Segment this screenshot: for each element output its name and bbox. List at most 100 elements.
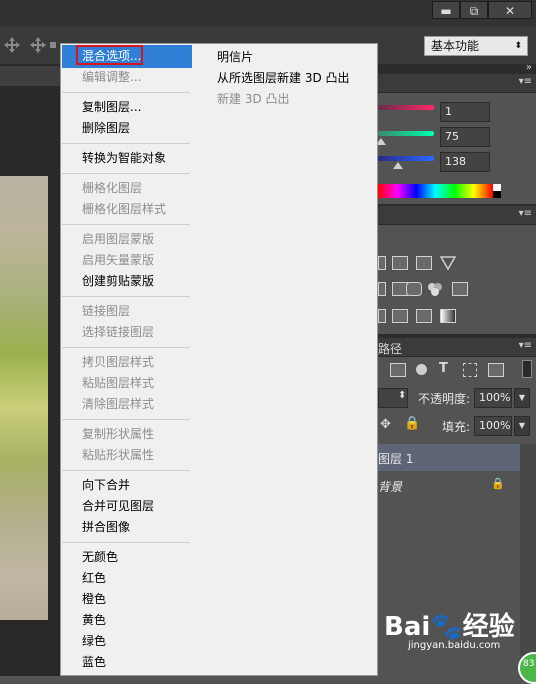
menu-separator — [62, 143, 190, 144]
menu-item-delete-layer[interactable]: 删除图层 — [82, 118, 130, 138]
menu-item-clear-layer-style[interactable]: 清除图层样式 — [82, 394, 154, 414]
color-lookup-icon[interactable] — [452, 282, 468, 296]
opacity-label: 不透明度: — [418, 392, 471, 406]
layer-name: 背景 — [378, 480, 403, 494]
green-value[interactable]: 75 — [440, 127, 490, 147]
curves-icon[interactable] — [392, 256, 408, 270]
menu-item-paste-layer-style[interactable]: 粘贴图层样式 — [82, 373, 154, 393]
panel-menu-icon[interactable]: ▾≡ — [519, 76, 532, 87]
panel-menu-icon[interactable]: ▾≡ — [519, 208, 532, 219]
close-button[interactable]: ✕ — [488, 1, 532, 19]
shape-filter-icon[interactable] — [463, 363, 477, 377]
posterize-icon[interactable] — [392, 309, 408, 323]
canvas-image — [0, 176, 48, 620]
chevron-updown-icon: ⬍ — [514, 41, 522, 51]
chevron-updown-icon: ⬍ — [398, 390, 407, 401]
menu-item-new-3d-extrusion[interactable]: 新建 3D 凸出 — [217, 90, 290, 107]
photo-filter-icon[interactable] — [406, 282, 422, 296]
menu-item-merge-down[interactable]: 向下合并 — [82, 475, 130, 495]
black-white-swatch[interactable] — [493, 184, 501, 198]
menu-item-green[interactable]: 绿色 — [82, 631, 106, 651]
blue-value[interactable]: 138 — [440, 152, 490, 172]
menu-item-no-color[interactable]: 无颜色 — [82, 547, 118, 567]
blue-slider[interactable] — [378, 156, 434, 161]
menu-item-paste-shape-attributes[interactable]: 粘贴形状属性 — [82, 445, 154, 465]
layers-panel-header: 路径 ▾≡ — [378, 338, 536, 357]
menu-item-orange[interactable]: 橙色 — [82, 589, 106, 609]
color-balance-icon[interactable] — [378, 282, 386, 296]
menu-item-convert-smart-object[interactable]: 转换为智能对象 — [82, 148, 166, 168]
menu-item-flatten-image[interactable]: 拼合图像 — [82, 517, 130, 537]
collapse-icon[interactable]: » — [526, 62, 532, 73]
menu-item-blue[interactable]: 蓝色 — [82, 652, 106, 672]
fill-dropdown[interactable]: ▼ — [514, 416, 530, 436]
menu-separator — [62, 419, 190, 420]
menu-item-edit-adjustment[interactable]: 编辑调整... — [82, 67, 141, 87]
menu-item-rasterize-layer[interactable]: 栅格化图层 — [82, 178, 142, 198]
baidu-watermark: Bai🐾经验 — [384, 612, 515, 642]
menu-item-copy-layer-style[interactable]: 拷贝图层样式 — [82, 352, 154, 372]
menu-item-link-layers[interactable]: 链接图层 — [82, 301, 130, 321]
menu-item-merge-visible[interactable]: 合并可见图层 — [82, 496, 154, 516]
threshold-icon[interactable] — [416, 309, 432, 323]
lock-icon: 🔒 — [491, 477, 505, 490]
menu-separator — [62, 224, 190, 225]
menu-separator — [62, 296, 190, 297]
levels-icon[interactable] — [378, 256, 386, 270]
badge: 83 — [518, 652, 536, 684]
menu-separator — [62, 173, 190, 174]
color-spectrum[interactable] — [378, 184, 493, 198]
pixel-filter-icon[interactable] — [390, 363, 406, 377]
green-slider[interactable] — [378, 131, 434, 136]
red-value[interactable]: 1 — [440, 102, 490, 122]
menu-item-postcard[interactable]: 明信片 — [217, 48, 253, 65]
menu-item-duplicate-layer[interactable]: 复制图层... — [82, 97, 141, 117]
document-tab[interactable] — [0, 66, 60, 86]
type-filter-icon[interactable]: T — [439, 361, 448, 376]
layer-row-selected[interactable]: 图层 1 — [378, 444, 520, 471]
watermark-url: jingyan.baidu.com — [408, 640, 501, 651]
adjustment-filter-icon[interactable] — [416, 364, 427, 375]
menu-item-select-linked-layers[interactable]: 选择链接图层 — [82, 322, 154, 342]
lock-all-icon[interactable]: 🔒 — [404, 416, 420, 431]
minimize-button[interactable]: ▬ — [432, 1, 460, 19]
opacity-input[interactable]: 100% — [474, 388, 512, 408]
restore-button[interactable]: ⧉ — [460, 1, 488, 19]
blue-slider-thumb[interactable] — [393, 162, 403, 169]
selective-color-icon[interactable] — [440, 309, 456, 323]
menu-separator — [62, 470, 190, 471]
paths-tab[interactable]: 路径 — [378, 340, 402, 357]
smart-object-filter-icon[interactable] — [488, 363, 504, 377]
fill-label: 填充: — [442, 420, 471, 434]
menu-item-create-clipping-mask[interactable]: 创建剪贴蒙版 — [82, 271, 154, 291]
layers-scrollbar[interactable] — [520, 444, 536, 676]
menu-separator — [62, 92, 190, 93]
menu-item-enable-layer-mask[interactable]: 启用图层蒙版 — [82, 229, 154, 249]
invert-icon[interactable] — [378, 309, 386, 323]
layer-name: 图层 1 — [378, 452, 414, 466]
menu-item-red[interactable]: 红色 — [82, 568, 106, 588]
layer-row[interactable]: 背景 🔒 — [378, 472, 520, 499]
menu-separator — [62, 347, 190, 348]
red-slider[interactable] — [378, 105, 434, 110]
menu-separator — [62, 542, 190, 543]
menu-item-rasterize-layer-style[interactable]: 栅格化图层样式 — [82, 199, 166, 219]
menu-item-copy-shape-attributes[interactable]: 复制形状属性 — [82, 424, 154, 444]
menu-item-enable-vector-mask[interactable]: 启用矢量蒙版 — [82, 250, 154, 270]
fill-input[interactable]: 100% — [474, 416, 512, 436]
adjustments-panel-header: ▾≡ — [378, 206, 536, 225]
channel-mixer-icon[interactable] — [426, 281, 444, 297]
color-panel-header: ▾≡ — [378, 74, 536, 93]
move-tool-icon[interactable] — [4, 36, 58, 54]
exposure-icon[interactable] — [416, 256, 432, 270]
gradient-map-icon[interactable] — [440, 255, 456, 271]
panel-menu-icon[interactable]: ▾≡ — [519, 340, 532, 351]
menu-item-new-3d-extrusion-from-layer[interactable]: 从所选图层新建 3D 凸出 — [217, 69, 350, 86]
opacity-dropdown[interactable]: ▼ — [514, 388, 530, 408]
workspace-select[interactable]: 基本功能 ⬍ — [424, 36, 528, 56]
panel-collapse-bar[interactable]: » — [378, 62, 536, 74]
filter-toggle[interactable] — [522, 360, 532, 378]
workspace-select-value: 基本功能 — [431, 39, 480, 53]
lock-position-icon[interactable]: ✥ — [380, 417, 391, 432]
menu-item-yellow[interactable]: 黄色 — [82, 610, 106, 630]
